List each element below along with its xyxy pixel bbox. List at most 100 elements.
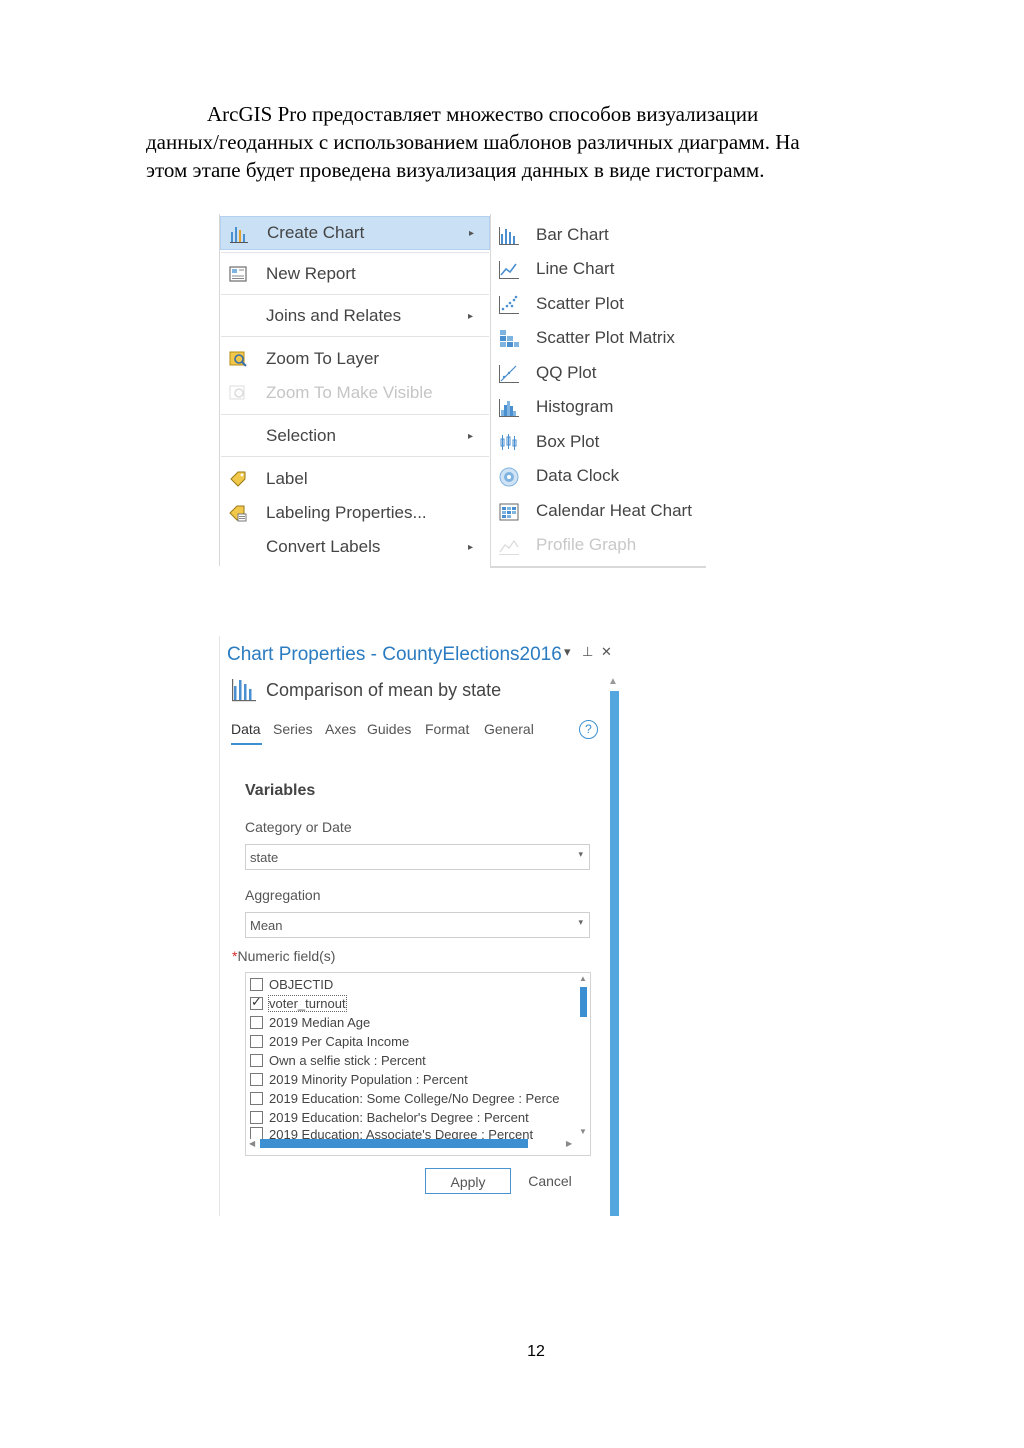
menu-item-label: Labeling Properties... [266,503,427,522]
list-vertical-thumb[interactable] [580,987,587,1017]
tab-series[interactable]: Series [273,721,313,737]
field-name: 2019 Education: Some College/No Degree :… [269,1091,560,1106]
submenu-item-label: Scatter Plot [536,294,624,313]
menu-divider [221,252,489,253]
field-checkbox[interactable] [250,1016,263,1029]
menu-item-label: Joins and Relates [266,306,402,325]
active-tab-indicator [231,743,262,745]
field-checkbox[interactable] [250,1035,263,1048]
labeling-properties-icon [229,505,247,522]
apply-button[interactable]: Apply [425,1168,511,1194]
cancel-button[interactable]: Cancel [520,1168,580,1194]
submenu-item-label: Line Chart [536,259,615,278]
submenu-item-scatter-plot[interactable]: Scatter Plot [491,287,706,321]
field-checkbox[interactable] [250,1092,263,1105]
field-row[interactable]: 2019 Median Age [250,1013,570,1032]
field-checkbox[interactable] [250,1054,263,1067]
menu-divider [221,294,489,295]
pane-menu-icon[interactable]: ▾ [564,644,571,660]
submenu-item-scatter-plot-matrix[interactable]: Scatter Plot Matrix [491,321,706,355]
menu-item-new-report[interactable]: New Report [220,257,490,291]
field-checkbox[interactable] [250,1073,263,1086]
pin-icon[interactable]: ⊥ [582,644,593,660]
field-row[interactable]: 2019 Per Capita Income [250,1032,570,1051]
field-checkbox-checked[interactable] [250,994,263,1010]
field-row-voter-turnout[interactable]: voter_turnout [250,994,570,1013]
numeric-fields-text: Numeric field(s) [237,948,336,964]
zoom-visible-icon [229,385,245,400]
submenu-item-box-plot[interactable]: Box Plot [491,425,706,459]
field-row[interactable]: 2019 Education: Associate's Degree : Per… [250,1127,570,1139]
field-name: 2019 Per Capita Income [269,1034,410,1049]
scatter-matrix-icon [500,330,519,347]
help-icon[interactable]: ? [579,720,598,739]
field-name: 2019 Median Age [269,1015,371,1030]
field-name: OBJECTID [269,977,334,992]
menu-divider [221,414,489,415]
bar-chart-icon [499,227,519,245]
submenu-item-calendar-heat-chart[interactable]: Calendar Heat Chart [491,494,706,528]
data-clock-icon [499,467,519,487]
submenu-item-label: Data Clock [536,466,620,485]
scroll-up-icon[interactable]: ▲ [579,974,587,983]
category-dropdown[interactable]: state ▾ [245,844,590,870]
field-checkbox[interactable] [250,1111,263,1124]
submenu-item-label: Calendar Heat Chart [536,501,692,520]
menu-item-labeling-properties[interactable]: Labeling Properties... [220,496,490,530]
field-row-objectid[interactable]: OBJECTID [250,975,570,994]
bar-chart-icon [230,227,248,243]
scroll-right-icon[interactable]: ▶ [566,1139,572,1148]
profile-graph-icon [499,539,519,555]
field-name: voter_turnout [268,995,347,1012]
line-chart-icon [499,261,519,279]
paragraph-line-2: данных/геоданных с использованием шаблон… [146,130,800,154]
field-row[interactable]: Own a selfie stick : Percent [250,1051,570,1070]
menu-item-label-layer[interactable]: Label [220,462,490,496]
report-icon [229,266,247,282]
menu-item-label: New Report [266,264,356,283]
aggregation-dropdown[interactable]: Mean ▾ [245,912,590,938]
scroll-left-icon[interactable]: ◀ [249,1139,255,1148]
submenu-item-data-clock[interactable]: Data Clock [491,459,706,493]
category-label: Category or Date [245,819,352,835]
scroll-down-icon[interactable]: ▼ [579,1127,587,1136]
menu-item-label: Selection [266,426,336,445]
list-horizontal-thumb[interactable] [260,1139,528,1148]
histogram-icon [499,399,519,417]
tab-data[interactable]: Data [231,721,261,737]
pane-title: Chart Properties - CountyElections2016 [227,644,562,665]
menu-item-selection[interactable]: Selection ▸ [220,419,490,453]
menu-item-joins-and-relates[interactable]: Joins and Relates ▸ [220,299,490,333]
aggregation-label: Aggregation [245,887,321,903]
chart-properties-pane: Chart Properties - CountyElections2016 ▾… [219,636,620,1216]
submenu-item-label: QQ Plot [536,363,597,382]
submenu-item-label: Scatter Plot Matrix [536,328,675,347]
close-icon[interactable]: ✕ [601,644,612,660]
submenu-item-histogram[interactable]: Histogram [491,390,706,424]
field-checkbox[interactable] [250,1127,263,1139]
submenu-arrow-icon: ▸ [468,430,474,442]
menu-divider [221,456,489,457]
submenu-item-qq-plot[interactable]: QQ Plot [491,356,706,390]
field-name: 2019 Education: Associate's Degree : Per… [269,1127,534,1139]
tab-guides[interactable]: Guides [367,721,411,737]
menu-item-zoom-to-layer[interactable]: Zoom To Layer [220,342,490,376]
tab-format[interactable]: Format [425,721,469,737]
menu-item-create-chart[interactable]: Create Chart ▸ [220,216,490,250]
submenu-item-bar-chart[interactable]: Bar Chart [491,218,706,252]
field-row[interactable]: 2019 Education: Some College/No Degree :… [250,1089,570,1108]
menu-item-label: Convert Labels [266,537,381,556]
field-row[interactable]: 2019 Education: Bachelor's Degree : Perc… [250,1108,570,1127]
submenu-item-line-chart[interactable]: Line Chart [491,252,706,286]
menu-item-convert-labels[interactable]: Convert Labels ▸ [220,530,490,564]
field-row[interactable]: 2019 Minority Population : Percent [250,1070,570,1089]
tab-axes[interactable]: Axes [325,721,356,737]
menu-item-label: Zoom To Make Visible [266,383,433,402]
tab-general[interactable]: General [484,721,534,737]
pane-scrollbar-thumb[interactable] [610,691,619,1216]
submenu-item-label: Histogram [536,397,614,416]
paragraph-line-3: этом этапе будет проведена визуализация … [146,158,765,182]
field-name: 2019 Minority Population : Percent [269,1072,468,1087]
scroll-up-icon[interactable]: ▲ [608,676,618,687]
field-checkbox[interactable] [250,978,263,991]
